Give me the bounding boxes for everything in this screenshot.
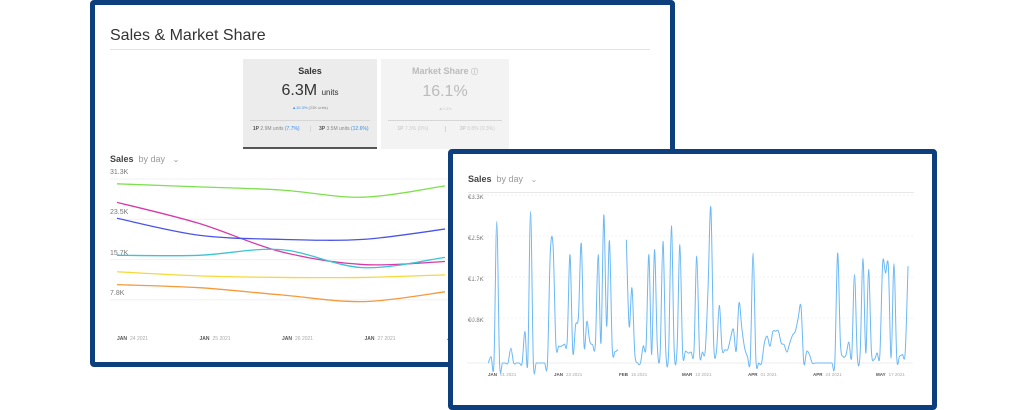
- sales-line-segment-1: [625, 206, 909, 372]
- right-line-chart: [467, 194, 913, 375]
